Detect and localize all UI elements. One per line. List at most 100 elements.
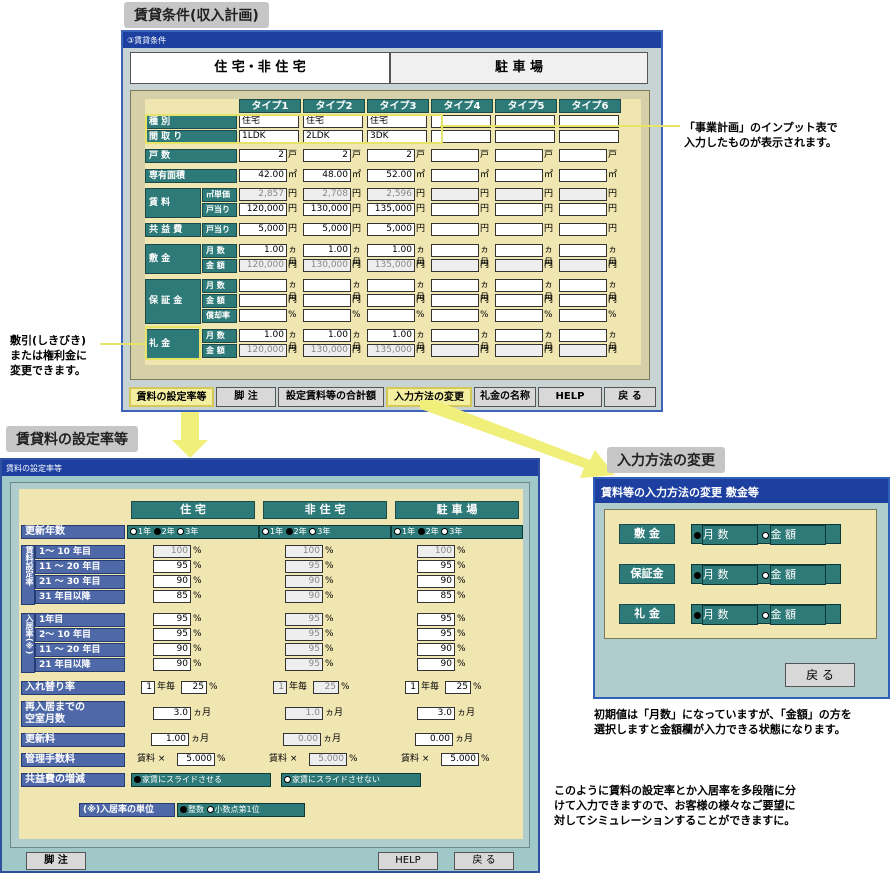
value-field[interactable]: [431, 223, 479, 236]
value-field[interactable]: [559, 294, 607, 307]
value-field[interactable]: [239, 279, 287, 292]
value-field[interactable]: [495, 294, 543, 307]
value-field[interactable]: [303, 309, 351, 322]
value-field[interactable]: [239, 309, 287, 322]
rate-field[interactable]: 95: [153, 560, 191, 573]
value-field[interactable]: 135,000: [367, 344, 415, 357]
tab-parking[interactable]: 駐 車 場: [390, 52, 648, 84]
occupancy-field[interactable]: 90: [417, 658, 455, 671]
value-field[interactable]: [431, 149, 479, 162]
value-field[interactable]: 130,000: [303, 259, 351, 272]
occupancy-field[interactable]: 95: [417, 613, 455, 626]
occupancy-field[interactable]: 90: [153, 658, 191, 671]
value-field[interactable]: 130,000: [303, 203, 351, 216]
value-field[interactable]: [367, 309, 415, 322]
back-button[interactable]: 戻 る: [785, 663, 855, 687]
value-field[interactable]: 2: [239, 149, 287, 162]
value-field[interactable]: [495, 329, 543, 342]
management-fee[interactable]: 5.000: [177, 753, 215, 766]
value-field[interactable]: 52.00: [367, 169, 415, 182]
management-fee[interactable]: 5.000: [441, 753, 479, 766]
value-field[interactable]: [367, 294, 415, 307]
value-field[interactable]: [559, 244, 607, 257]
value-field[interactable]: 2,857: [239, 188, 287, 201]
value-field[interactable]: [431, 294, 479, 307]
management-fee[interactable]: 5.000: [309, 753, 347, 766]
value-field[interactable]: 120,000: [239, 259, 287, 272]
value-field[interactable]: [559, 279, 607, 292]
turnover-years[interactable]: 1: [141, 681, 155, 694]
value-field[interactable]: [559, 149, 607, 162]
rate-field[interactable]: 85: [417, 590, 455, 603]
rate-field[interactable]: 90: [285, 575, 323, 588]
value-field[interactable]: [367, 279, 415, 292]
renewal-year-radio[interactable]: 1年 2年 3年: [127, 525, 259, 539]
value-field[interactable]: [431, 279, 479, 292]
turnover-rate[interactable]: 25: [445, 681, 471, 694]
value-field[interactable]: [495, 244, 543, 257]
value-field[interactable]: [495, 203, 543, 216]
value-field[interactable]: 1.00: [303, 244, 351, 257]
occupancy-field[interactable]: 90: [417, 643, 455, 656]
value-field[interactable]: [559, 259, 607, 272]
help-button[interactable]: HELP: [378, 852, 438, 870]
value-field[interactable]: [559, 130, 619, 143]
input-method-radio[interactable]: 月 数 金 額: [691, 604, 841, 625]
turnover-rate[interactable]: 25: [181, 681, 207, 694]
footnote-button[interactable]: 脚 注: [26, 852, 86, 870]
value-field[interactable]: [495, 309, 543, 322]
turnover-years[interactable]: 1: [273, 681, 287, 694]
vacancy-months[interactable]: 1.0: [285, 707, 323, 720]
value-field[interactable]: [559, 329, 607, 342]
value-field[interactable]: 2: [303, 149, 351, 162]
value-field[interactable]: [431, 329, 479, 342]
value-field[interactable]: 1.00: [303, 329, 351, 342]
value-field[interactable]: [431, 188, 479, 201]
value-field[interactable]: [495, 149, 543, 162]
input-method-radio[interactable]: 月 数 金 額: [691, 564, 841, 585]
slide-off-radio[interactable]: 家賃にスライドさせない: [281, 773, 421, 787]
value-field[interactable]: [559, 223, 607, 236]
turnover-years[interactable]: 1: [405, 681, 419, 694]
value-field[interactable]: [559, 203, 607, 216]
value-field[interactable]: [559, 169, 607, 182]
occupancy-field[interactable]: 95: [417, 628, 455, 641]
value-field[interactable]: [431, 309, 479, 322]
value-field[interactable]: 130,000: [303, 344, 351, 357]
value-field[interactable]: 42.00: [239, 169, 287, 182]
rate-field[interactable]: 90: [417, 575, 455, 588]
value-field[interactable]: 48.00: [303, 169, 351, 182]
value-field[interactable]: 5,000: [367, 223, 415, 236]
back-button[interactable]: 戻 る: [454, 852, 514, 870]
renewal-year-radio[interactable]: 1年 2年 3年: [259, 525, 391, 539]
value-field[interactable]: [495, 169, 543, 182]
value-field[interactable]: [559, 309, 607, 322]
occupancy-field[interactable]: 95: [285, 628, 323, 641]
rate-field[interactable]: 95: [285, 560, 323, 573]
rate-field[interactable]: 100: [285, 545, 323, 558]
total-button[interactable]: 設定賃料等の合計額: [278, 387, 384, 407]
value-field[interactable]: 5,000: [303, 223, 351, 236]
turnover-rate[interactable]: 25: [313, 681, 339, 694]
slide-on-radio[interactable]: 家賃にスライドさせる: [131, 773, 271, 787]
occupancy-field[interactable]: 95: [285, 658, 323, 671]
occupancy-field[interactable]: 95: [153, 628, 191, 641]
renewal-fee[interactable]: 0.00: [283, 733, 321, 746]
value-field[interactable]: [495, 130, 555, 143]
value-field[interactable]: 1.00: [367, 244, 415, 257]
occupancy-field[interactable]: 95: [285, 613, 323, 626]
rate-field[interactable]: 85: [153, 590, 191, 603]
value-field[interactable]: 2,708: [303, 188, 351, 201]
value-field[interactable]: 2: [367, 149, 415, 162]
occupancy-field[interactable]: 90: [153, 643, 191, 656]
vacancy-months[interactable]: 3.0: [153, 707, 191, 720]
value-field[interactable]: [495, 223, 543, 236]
value-field[interactable]: [303, 279, 351, 292]
value-field[interactable]: 1.00: [239, 329, 287, 342]
value-field[interactable]: 1.00: [239, 244, 287, 257]
value-field[interactable]: [303, 294, 351, 307]
value-field[interactable]: [431, 344, 479, 357]
value-field[interactable]: [495, 188, 543, 201]
renewal-fee[interactable]: 0.00: [415, 733, 453, 746]
rate-field[interactable]: 95: [417, 560, 455, 573]
